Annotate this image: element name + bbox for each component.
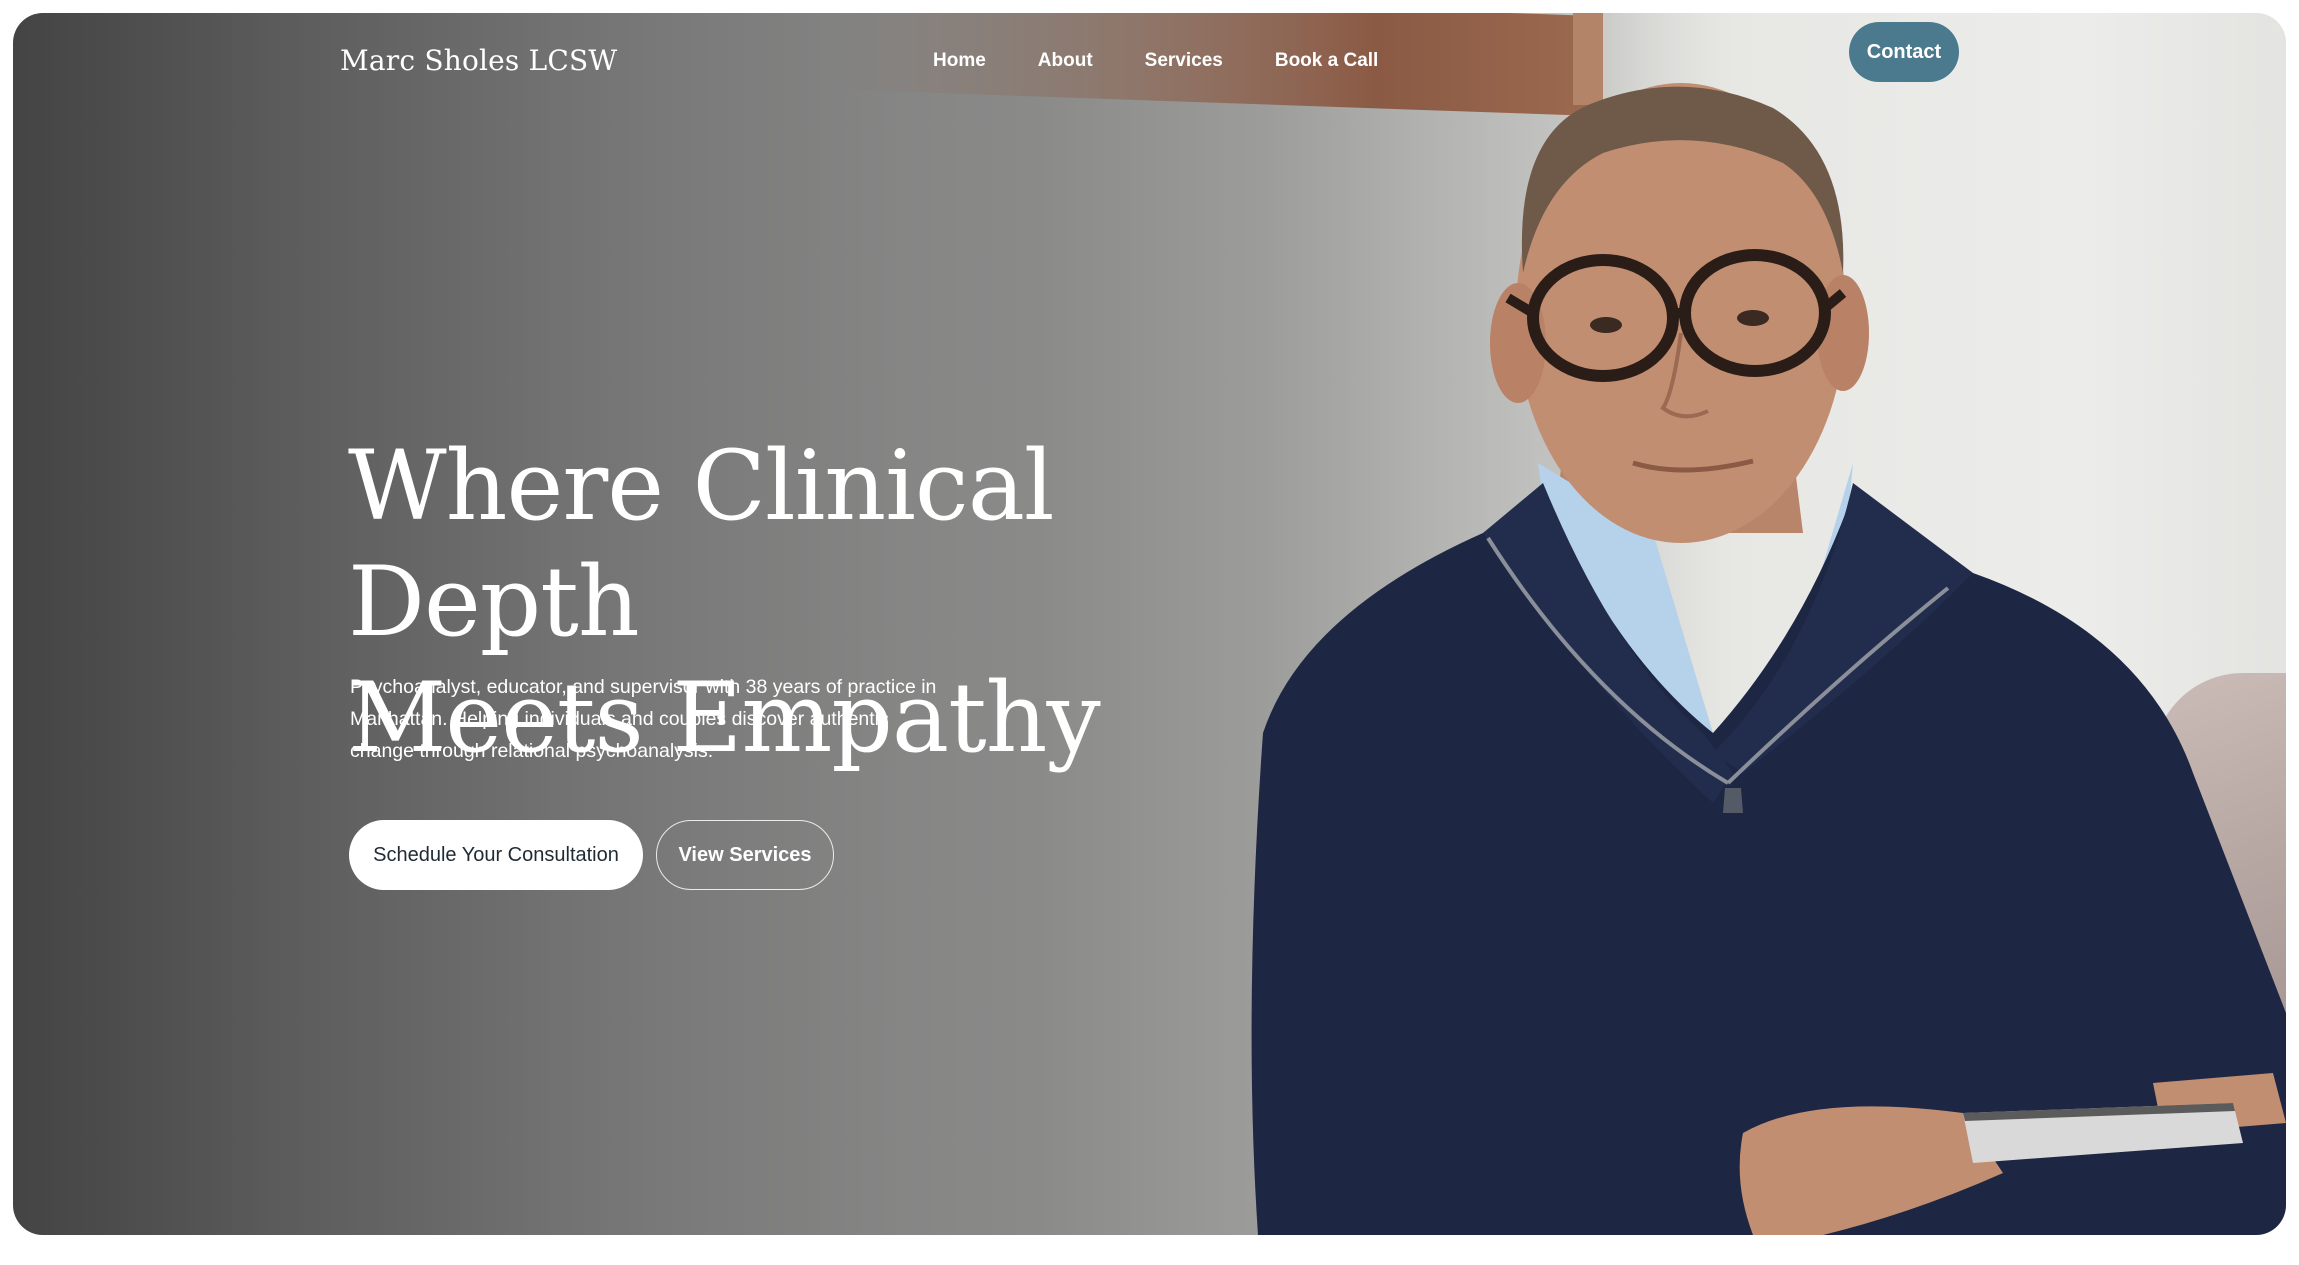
- view-services-button[interactable]: View Services: [656, 820, 834, 890]
- contact-button[interactable]: Contact: [1849, 22, 1959, 82]
- nav-home[interactable]: Home: [933, 50, 986, 72]
- schedule-consultation-button[interactable]: Schedule Your Consultation: [349, 820, 643, 890]
- hero-section: Marc Sholes LCSW Home About Services Boo…: [13, 13, 2286, 1235]
- hero-subtitle-line-1: Psychoanalyst, educator, and supervisor …: [350, 676, 937, 698]
- hero-title-line-1: Where Clinical Depth: [348, 430, 1055, 658]
- site-logo[interactable]: Marc Sholes LCSW: [340, 44, 617, 77]
- main-nav: Home About Services Book a Call: [933, 50, 1378, 72]
- nav-services[interactable]: Services: [1145, 50, 1223, 72]
- hero-subtitle-line-2: Manhattan. Helping individuals and coupl…: [350, 708, 889, 730]
- hero-subtitle: Psychoanalyst, educator, and supervisor …: [350, 671, 970, 767]
- hero-subtitle-line-3: change through relational psychoanalysis…: [350, 740, 714, 762]
- nav-book-a-call[interactable]: Book a Call: [1275, 50, 1378, 72]
- nav-about[interactable]: About: [1038, 50, 1093, 72]
